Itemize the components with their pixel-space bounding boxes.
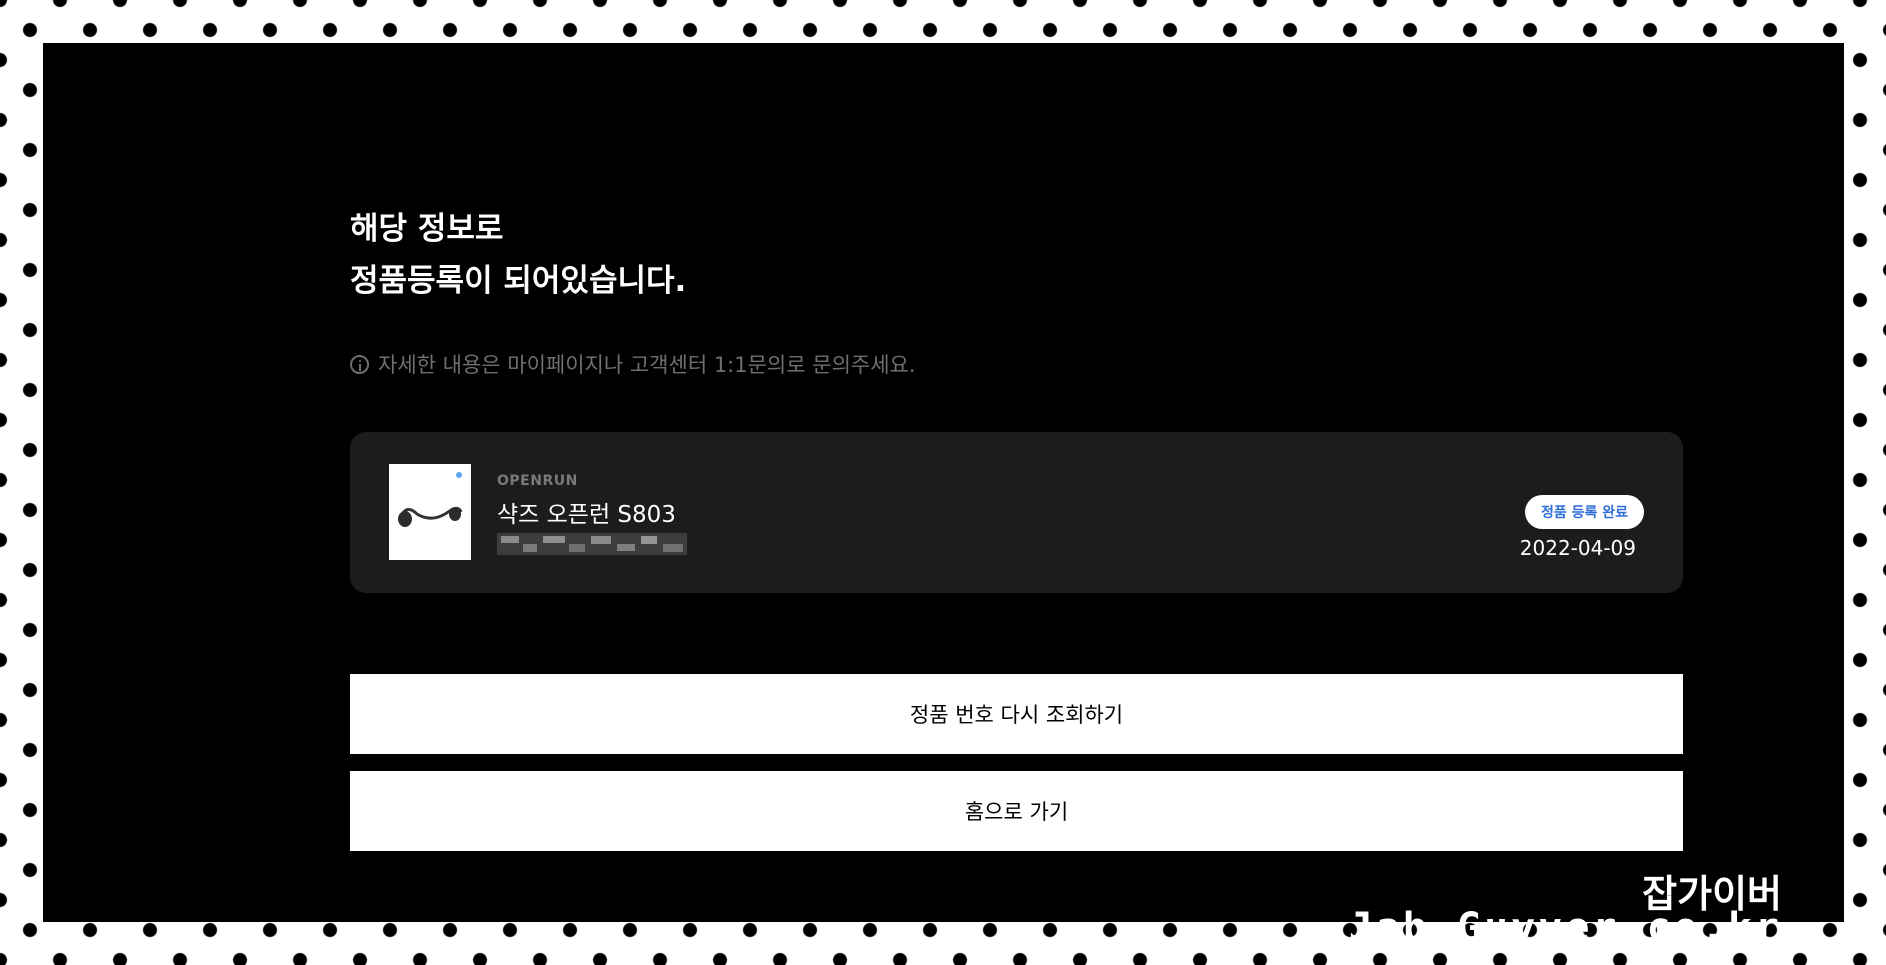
info-icon <box>350 354 369 374</box>
go-home-button[interactable]: 홈으로 가기 <box>350 771 1683 851</box>
page-title: 해당 정보로 정품등록이 되어있습니다. <box>350 203 686 307</box>
info-notice: 자세한 내용은 마이페이지나 고객센터 1:1문의로 문의주세요. <box>350 349 916 379</box>
product-image <box>389 464 471 560</box>
registration-date: 2022-04-09 <box>1519 536 1636 560</box>
main-panel: 해당 정보로 정품등록이 되어있습니다. 자세한 내용은 마이페이지나 고객센터… <box>43 43 1844 951</box>
title-line-2: 정품등록이 되어있습니다. <box>350 263 687 299</box>
product-brand: OPENRUN <box>497 473 578 489</box>
serial-number-blurred <box>497 530 687 558</box>
notice-text: 자세한 내용은 마이페이지나 고객센터 1:1문의로 문의주세요. <box>378 353 916 377</box>
recheck-serial-button[interactable]: 정품 번호 다시 조회하기 <box>350 674 1683 754</box>
registration-status-badge: 정품 등록 완료 <box>1524 495 1644 529</box>
product-name: 샥즈 오픈런 S803 <box>497 502 676 528</box>
watermark-url: Jab-Guyver.co.kr <box>1348 905 1782 951</box>
product-card: OPENRUN 샥즈 오픈런 S803 정품 등록 완료 2022-04-09 <box>350 432 1683 593</box>
title-line-1: 해당 정보로 <box>350 211 504 247</box>
